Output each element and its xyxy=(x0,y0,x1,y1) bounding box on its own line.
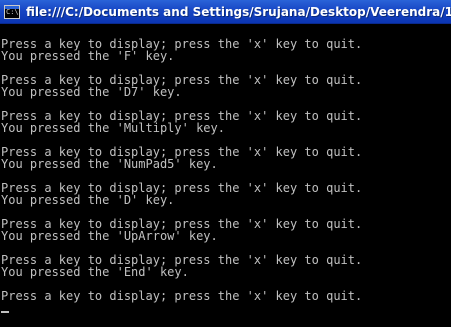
console-app-icon-glyph: C:\ xyxy=(6,7,19,16)
console-final-prompt-line: Press a key to display; press the 'x' ke… xyxy=(1,289,363,303)
window-title: file:///C:/Documents and Settings/Srujan… xyxy=(26,4,451,19)
console-response-line: You pressed the 'D7' key. xyxy=(1,85,182,99)
console-response-line: You pressed the 'D' key. xyxy=(1,193,175,207)
console-response-line: You pressed the 'UpArrow' key. xyxy=(1,229,218,243)
console-entry: Press a key to display; press the 'x' ke… xyxy=(1,290,451,302)
console-entry: Press a key to display; press the 'x' ke… xyxy=(1,146,451,170)
window-titlebar[interactable]: C:\ file:///C:/Documents and Settings/Sr… xyxy=(0,0,451,24)
console-response-line: You pressed the 'Multiply' key. xyxy=(1,121,225,135)
console-response-line: You pressed the 'F' key. xyxy=(1,49,175,63)
console-app-icon[interactable]: C:\ xyxy=(4,4,20,19)
console-response-line: You pressed the 'NumPad5' key. xyxy=(1,157,218,171)
console-entry: Press a key to display; press the 'x' ke… xyxy=(1,254,451,278)
console-cursor xyxy=(1,311,9,313)
console-entry: Press a key to display; press the 'x' ke… xyxy=(1,110,451,134)
console-entry: Press a key to display; press the 'x' ke… xyxy=(1,182,451,206)
console-response-line: You pressed the 'End' key. xyxy=(1,265,189,279)
console-output[interactable]: Press a key to display; press the 'x' ke… xyxy=(0,26,451,327)
console-entry: Press a key to display; press the 'x' ke… xyxy=(1,38,451,62)
console-entry: Press a key to display; press the 'x' ke… xyxy=(1,74,451,98)
console-entry: Press a key to display; press the 'x' ke… xyxy=(1,218,451,242)
